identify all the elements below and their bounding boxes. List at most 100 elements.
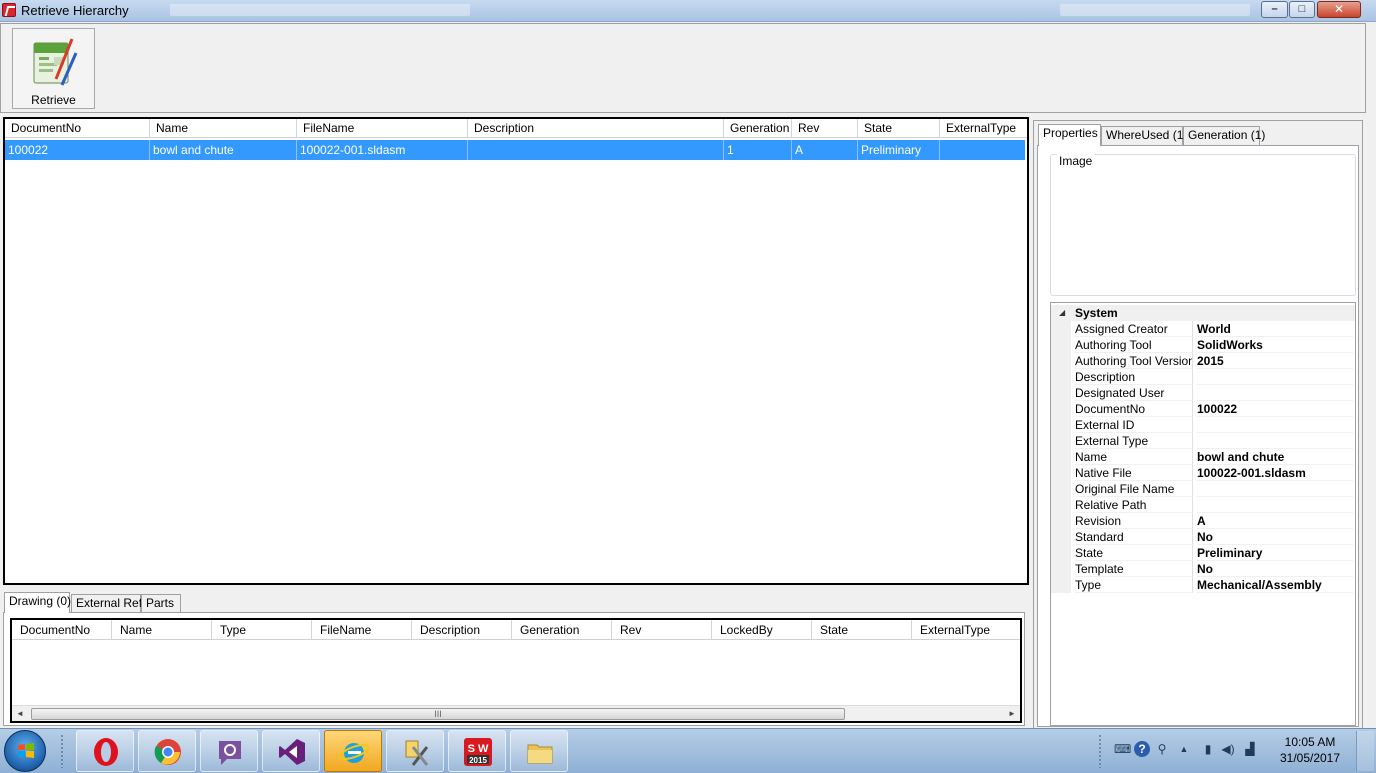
property-row[interactable]: Name bowl and chute	[1051, 449, 1355, 465]
column-header-state[interactable]: State	[858, 119, 940, 138]
minimize-button[interactable]: –	[1261, 1, 1288, 18]
property-value[interactable]	[1197, 417, 1353, 433]
close-button[interactable]: ✕	[1317, 1, 1361, 18]
column-header-generation[interactable]: Generation	[724, 119, 792, 138]
property-row[interactable]: State Preliminary	[1051, 545, 1355, 561]
property-row[interactable]: Template No	[1051, 561, 1355, 577]
property-value[interactable]	[1197, 433, 1353, 449]
property-gutter	[1051, 433, 1071, 449]
column-header-filename[interactable]: FileName	[297, 119, 468, 138]
column-header-rev[interactable]: Rev	[792, 119, 858, 138]
property-row[interactable]: Standard No	[1051, 529, 1355, 545]
clock[interactable]: 10:05 AM 31/05/2017	[1270, 734, 1350, 766]
property-row[interactable]: Description	[1051, 369, 1355, 385]
property-value[interactable]: Preliminary	[1197, 545, 1353, 561]
start-button[interactable]	[4, 730, 46, 772]
property-value[interactable]: No	[1197, 561, 1353, 577]
table-row[interactable]: 100022 bowl and chute 100022-001.sldasm …	[5, 140, 1025, 160]
column-header-externaltype[interactable]: ExternalType	[912, 620, 1020, 640]
scroll-left-icon[interactable]: ◄	[13, 707, 27, 721]
drawing-grid[interactable]: DocumentNo Name Type FileName Descriptio…	[10, 618, 1022, 723]
property-row[interactable]: Native File 100022-001.sldasm	[1051, 465, 1355, 481]
retrieve-button[interactable]: Retrieve	[12, 28, 95, 109]
property-value[interactable]	[1197, 369, 1353, 385]
volume-icon[interactable]: ◀)	[1220, 741, 1236, 757]
property-row[interactable]: Authoring Tool SolidWorks	[1051, 337, 1355, 353]
tab-whereused[interactable]: WhereUsed (1)	[1101, 126, 1187, 145]
property-gutter	[1051, 561, 1071, 577]
taskbar-viber[interactable]	[200, 730, 258, 772]
restore-button[interactable]: □	[1289, 1, 1315, 18]
tab-external-ref[interactable]: External Ref	[71, 594, 142, 613]
property-value[interactable]: A	[1197, 513, 1353, 529]
signal-icon[interactable]: ▟	[1242, 741, 1258, 757]
column-header-state[interactable]: State	[812, 620, 912, 640]
property-value[interactable]: 2015	[1197, 353, 1353, 369]
taskbar-setup-tools[interactable]	[386, 730, 444, 772]
help-icon[interactable]: ?	[1134, 741, 1150, 757]
property-row[interactable]: Revision A	[1051, 513, 1355, 529]
property-value[interactable]: 100022-001.sldasm	[1197, 465, 1353, 481]
taskbar-grip[interactable]	[60, 734, 64, 768]
column-header-name[interactable]: Name	[112, 620, 212, 640]
property-name: Designated User	[1075, 385, 1193, 401]
show-hidden-icons-icon[interactable]: ▲	[1176, 741, 1192, 757]
property-row[interactable]: External Type	[1051, 433, 1355, 449]
show-desktop-button[interactable]	[1356, 731, 1374, 771]
property-value[interactable]: SolidWorks	[1197, 337, 1353, 353]
category-system[interactable]: ◢ System	[1051, 305, 1355, 321]
column-header-externaltype[interactable]: ExternalType	[940, 119, 1025, 138]
property-value[interactable]: Mechanical/Assembly	[1197, 577, 1353, 593]
tab-drawing[interactable]: Drawing (0)	[4, 592, 71, 613]
keyboard-icon[interactable]: ⌨	[1114, 741, 1131, 757]
property-value[interactable]: 100022	[1197, 401, 1353, 417]
taskbar-file-explorer[interactable]	[510, 730, 568, 772]
property-row[interactable]: Type Mechanical/Assembly	[1051, 577, 1355, 593]
property-gutter	[1051, 577, 1071, 593]
column-header-lockedby[interactable]: LockedBy	[712, 620, 812, 640]
column-header-documentno[interactable]: DocumentNo	[12, 620, 112, 640]
taskbar-chrome[interactable]	[138, 730, 196, 772]
column-header-generation[interactable]: Generation	[512, 620, 612, 640]
property-value[interactable]	[1197, 497, 1353, 513]
hierarchy-grid[interactable]: DocumentNo Name FileName Description Gen…	[3, 117, 1029, 585]
property-grid[interactable]: ◢ System Assigned Creator World Authoring …	[1050, 302, 1356, 726]
tab-generation[interactable]: Generation (1)	[1183, 126, 1265, 145]
network-share-icon[interactable]: ⚲	[1154, 741, 1170, 757]
property-value[interactable]: bowl and chute	[1197, 449, 1353, 465]
property-row[interactable]: Authoring Tool Version 2015	[1051, 353, 1355, 369]
taskbar-visual-studio[interactable]	[262, 730, 320, 772]
taskbar-solidworks[interactable]: S W 2015	[448, 730, 506, 772]
title-bar: Retrieve Hierarchy – □ ✕	[0, 0, 1376, 22]
column-header-type[interactable]: Type	[212, 620, 312, 640]
property-row[interactable]: Designated User	[1051, 385, 1355, 401]
taskbar-opera[interactable]	[76, 730, 134, 772]
scroll-thumb[interactable]: III	[31, 708, 845, 720]
column-header-filename[interactable]: FileName	[312, 620, 412, 640]
scroll-right-icon[interactable]: ►	[1005, 707, 1019, 721]
collapse-icon[interactable]: ◢	[1059, 305, 1065, 321]
property-value[interactable]	[1197, 385, 1353, 401]
horizontal-scrollbar[interactable]: ◄ III ►	[12, 705, 1020, 721]
background-search-ghost	[1060, 4, 1250, 16]
property-row[interactable]: External ID	[1051, 417, 1355, 433]
property-value[interactable]	[1197, 481, 1353, 497]
column-header-documentno[interactable]: DocumentNo	[5, 119, 150, 138]
property-row[interactable]: Relative Path	[1051, 497, 1355, 513]
column-header-rev[interactable]: Rev	[612, 620, 712, 640]
tray-grip[interactable]	[1098, 734, 1102, 768]
property-row[interactable]: DocumentNo 100022	[1051, 401, 1355, 417]
column-header-description[interactable]: Description	[412, 620, 512, 640]
tab-properties[interactable]: Properties	[1038, 124, 1101, 146]
property-row[interactable]: Assigned Creator World	[1051, 321, 1355, 337]
taskbar-internet-explorer[interactable]	[324, 730, 382, 772]
property-value[interactable]: World	[1197, 321, 1353, 337]
property-name: DocumentNo	[1075, 401, 1193, 417]
property-row[interactable]: Original File Name	[1051, 481, 1355, 497]
property-name: Type	[1075, 577, 1193, 593]
column-header-description[interactable]: Description	[468, 119, 724, 138]
tab-parts[interactable]: Parts	[141, 594, 181, 613]
property-value[interactable]: No	[1197, 529, 1353, 545]
battery-icon[interactable]: ▮	[1200, 741, 1216, 757]
column-header-name[interactable]: Name	[150, 119, 297, 138]
